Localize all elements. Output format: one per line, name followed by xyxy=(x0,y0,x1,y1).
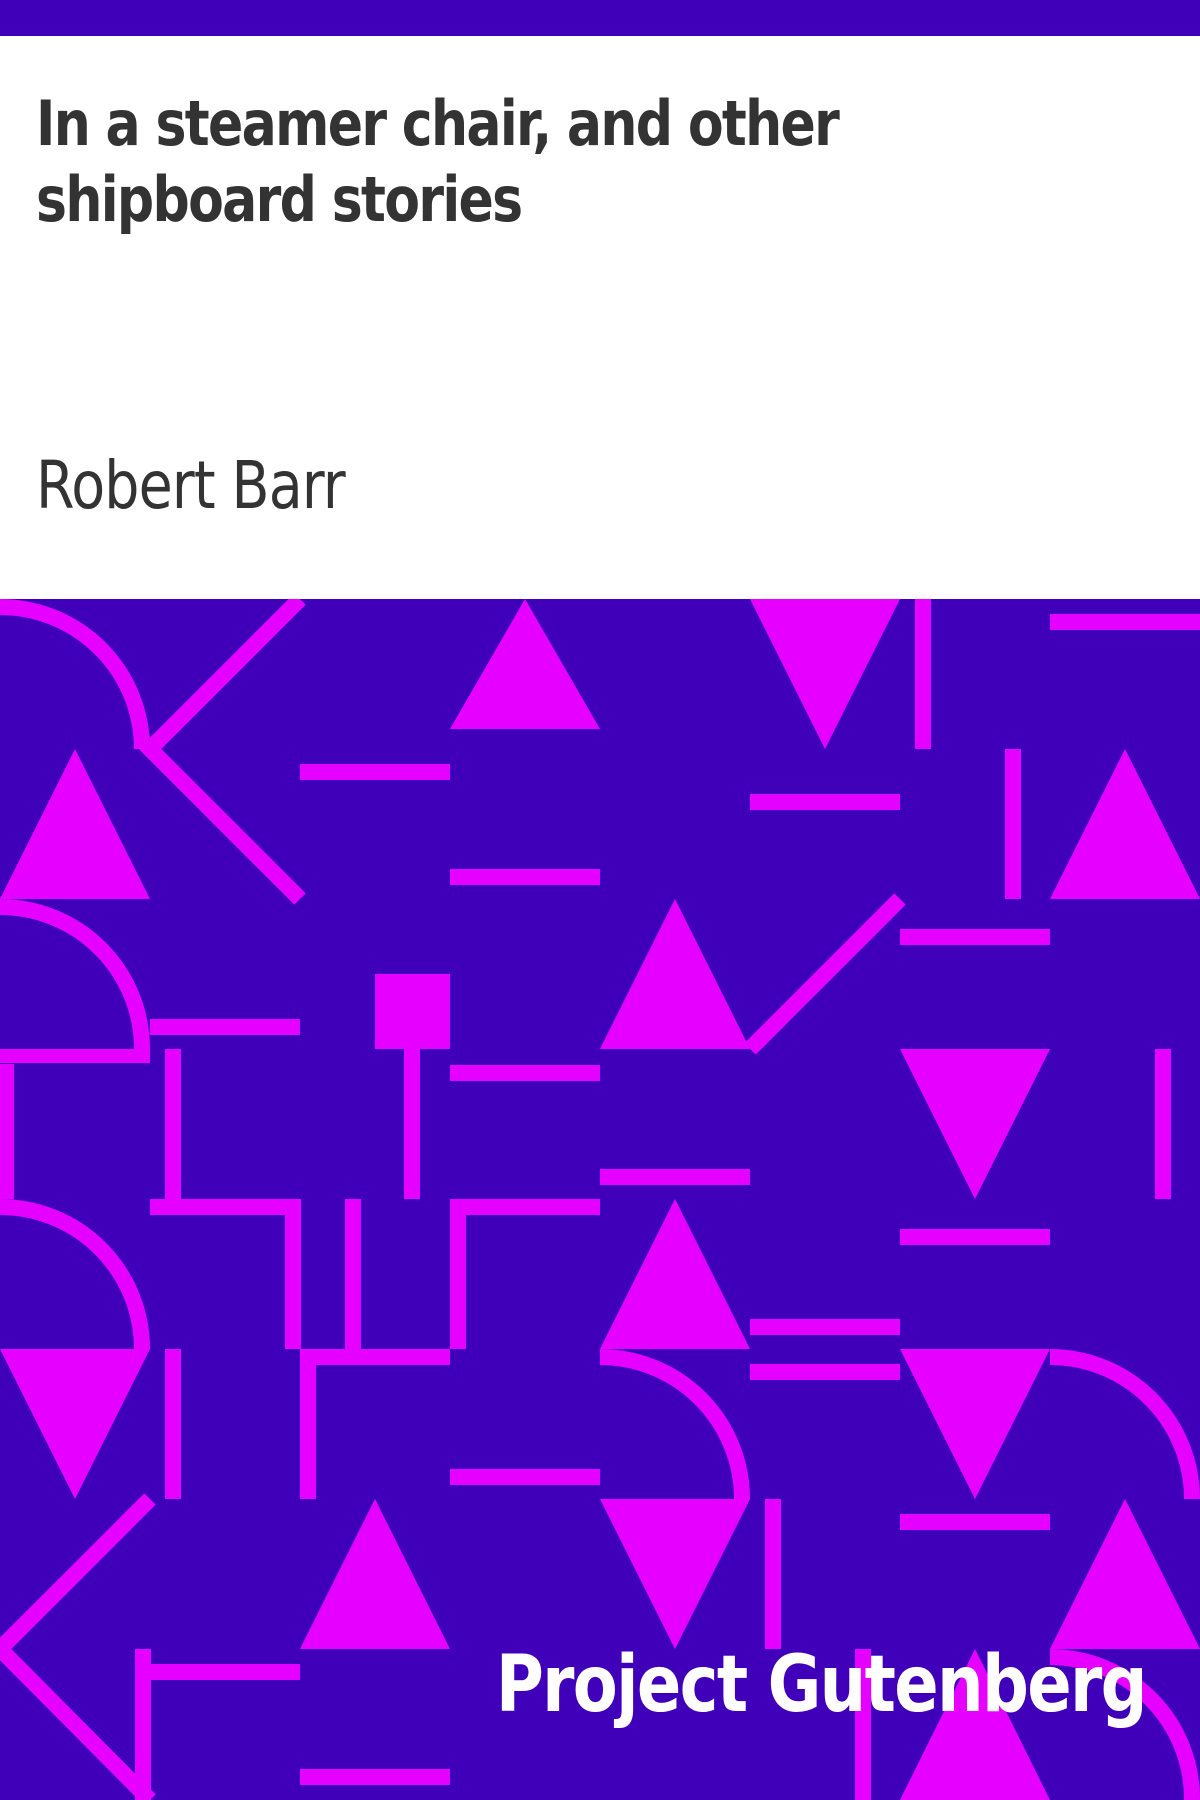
cover-pattern xyxy=(0,599,1200,1800)
bar-shape xyxy=(450,1065,600,1081)
bar-shape xyxy=(300,1769,450,1785)
bar-shape xyxy=(750,1319,900,1335)
bar-shape xyxy=(750,794,900,810)
top-color-bar xyxy=(0,0,1200,36)
book-title: In a steamer chair, and other shipboard … xyxy=(36,87,840,236)
bar-shape xyxy=(900,1514,1050,1530)
bar-shape xyxy=(404,1049,420,1199)
bar-shape xyxy=(1005,749,1021,899)
bar-shape xyxy=(165,1049,181,1199)
bar-shape xyxy=(450,1199,466,1349)
bar-shape xyxy=(450,869,600,885)
bar-shape xyxy=(900,929,1050,945)
bar-shape xyxy=(1050,614,1200,630)
bar-shape xyxy=(285,1199,301,1349)
bar-shape xyxy=(1155,1049,1171,1199)
bar-shape xyxy=(915,599,931,749)
bar-shape xyxy=(300,1349,316,1499)
bar-shape xyxy=(165,1349,181,1499)
bar-shape xyxy=(600,1169,750,1185)
square-shape xyxy=(375,974,450,1049)
bar-shape xyxy=(150,1664,300,1680)
bar-shape xyxy=(765,1499,781,1649)
bar-shape xyxy=(150,1019,300,1035)
bar-shape xyxy=(300,764,450,780)
bar-shape xyxy=(150,1199,300,1215)
bar-shape xyxy=(300,1349,450,1365)
book-author: Robert Barr xyxy=(36,447,346,524)
bar-shape xyxy=(345,1199,361,1349)
bar-shape xyxy=(450,1199,600,1215)
bar-shape xyxy=(450,1469,600,1485)
publisher-label: Project Gutenberg xyxy=(495,1640,1148,1730)
bar-shape xyxy=(900,1229,1050,1245)
bar-shape xyxy=(750,1364,900,1380)
bar-shape xyxy=(0,1064,14,1199)
bar-shape xyxy=(0,1049,150,1063)
